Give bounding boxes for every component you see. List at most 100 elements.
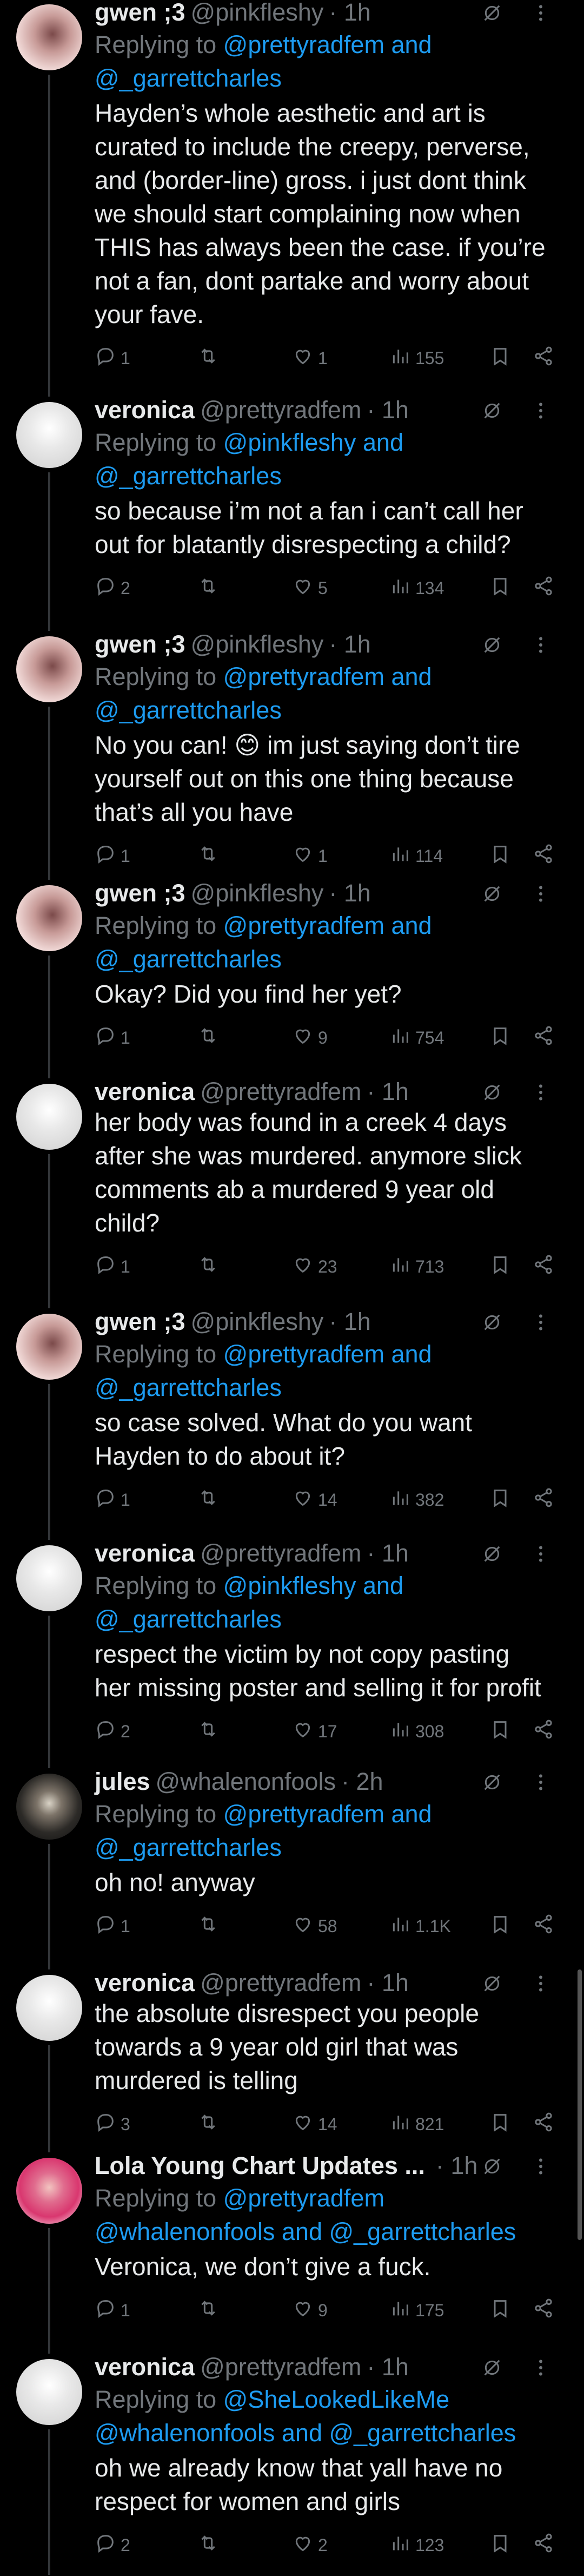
views-button[interactable]: 175 [389,2297,444,2323]
retweet-button[interactable] [197,2111,223,2137]
replying-to-mentions-cont[interactable]: @_garrettcharles [95,1834,282,1861]
author-handle[interactable]: @pinkfleshy [191,0,324,27]
avatar[interactable] [16,885,82,951]
reply-tweet[interactable]: veronica @prettyradfem · 1h Replying to @pi… [0,396,584,632]
author-handle[interactable]: @pinkfleshy [191,879,324,907]
share-button[interactable] [533,1025,559,1051]
author-name[interactable]: gwen ;3 [95,630,185,658]
retweet-button[interactable] [197,2532,223,2558]
replying-to-mentions[interactable]: @prettyradfem and [223,31,432,58]
reply-tweet[interactable]: veronica @prettyradfem · 1h the absolute di… [0,1969,584,2153]
replying-to-mentions[interactable]: @prettyradfem and [223,912,432,939]
reply-tweet[interactable]: veronica @prettyradfem · 1h Replying to @pi… [0,1539,584,1769]
views-button[interactable]: 821 [389,2111,444,2137]
share-button[interactable] [533,1913,559,1939]
more-options-icon[interactable] [530,1771,552,1793]
author-handle[interactable]: @whalenonfools [156,1768,336,1796]
views-button[interactable]: 114 [389,843,443,869]
retweet-button[interactable] [197,345,223,371]
retweet-button[interactable] [197,1254,223,1280]
avatar[interactable] [16,4,82,70]
avatar[interactable] [16,1975,82,2041]
more-options-icon[interactable] [530,1973,552,1994]
reply-tweet[interactable]: Lola Young Chart Updates ... · 1h Replying… [0,2152,584,2355]
replying-to-mentions[interactable]: @prettyradfem and [223,1800,432,1828]
author-name[interactable]: veronica [95,1539,195,1567]
grok-icon[interactable] [481,1082,503,1103]
reply-button[interactable]: 2 [95,1718,130,1744]
scrollbar[interactable] [578,1969,582,2240]
reply-button[interactable]: 1 [95,843,130,869]
author-handle[interactable]: @prettyradfem [200,1969,361,1997]
retweet-button[interactable] [197,1487,223,1513]
replying-to-mentions-cont[interactable]: @_garrettcharles [95,1605,282,1633]
reply-tweet[interactable]: veronica @prettyradfem · 1h her body was fo… [0,1078,584,1309]
retweet-button[interactable] [197,1025,223,1051]
reply-tweet[interactable]: veronica @prettyradfem · 1h Replying to @Sh… [0,2353,584,2576]
reply-tweet[interactable]: jules @whalenonfools · 2h Replying to @pret… [0,1768,584,1971]
reply-button[interactable]: 1 [95,2297,130,2323]
more-options-icon[interactable] [530,1312,552,1333]
replying-to-mentions[interactable]: @pinkfleshy and [223,429,403,456]
views-button[interactable]: 308 [389,1718,444,1744]
reply-tweet[interactable]: gwen ;3 @pinkfleshy · 1h Replying to @prett… [0,879,584,1079]
author-handle[interactable]: @pinkfleshy [191,1308,324,1336]
views-button[interactable]: 713 [389,1254,444,1280]
grok-icon[interactable] [481,1771,503,1793]
share-button[interactable] [533,843,559,869]
share-button[interactable] [533,2111,559,2137]
views-button[interactable]: 155 [389,345,444,371]
author-name[interactable]: gwen ;3 [95,1308,185,1336]
like-button[interactable]: 58 [292,1913,337,1939]
grok-icon[interactable] [481,634,503,656]
timestamp[interactable]: · 1h [329,1308,371,1336]
like-button[interactable]: 2 [292,2532,328,2558]
author-name[interactable]: gwen ;3 [95,879,185,907]
replying-to-mentions[interactable]: @SheLookedLikeMe [223,2386,449,2413]
author-handle[interactable]: @prettyradfem [200,1539,361,1567]
replying-to-mentions-cont[interactable]: @whalenonfools and @_garrettcharles [95,2218,516,2245]
reply-button[interactable]: 1 [95,1254,130,1280]
author-handle[interactable]: @prettyradfem [200,1078,361,1106]
grok-icon[interactable] [481,1973,503,1994]
timestamp[interactable]: · 1h [367,1078,409,1106]
grok-icon[interactable] [481,1543,503,1565]
share-button[interactable] [533,2532,559,2558]
reply-button[interactable]: 3 [95,2111,130,2137]
timestamp[interactable]: · 2h [341,1768,383,1796]
reply-tweet[interactable]: gwen ;3 @pinkfleshy · 1h Replying to @prett… [0,0,584,398]
avatar[interactable] [16,1774,82,1840]
views-button[interactable]: 134 [389,575,444,601]
like-button[interactable]: 9 [292,1025,328,1051]
like-button[interactable]: 23 [292,1254,337,1280]
replying-to-mentions-cont[interactable]: @_garrettcharles [95,64,282,92]
timestamp[interactable]: · 1h [367,1539,409,1567]
more-options-icon[interactable] [530,2357,552,2379]
author-name[interactable]: veronica [95,1078,195,1106]
share-button[interactable] [533,345,559,371]
avatar[interactable] [16,2158,82,2224]
retweet-button[interactable] [197,575,223,601]
avatar[interactable] [16,636,82,702]
timestamp[interactable]: · 1h [367,396,409,424]
replying-to-mentions[interactable]: @prettyradfem and [223,663,432,690]
timestamp[interactable]: · 1h [367,1969,409,1997]
author-handle[interactable]: @pinkfleshy [191,630,324,658]
author-name[interactable]: veronica [95,1969,195,1997]
like-button[interactable]: 14 [292,2111,337,2137]
share-button[interactable] [533,1487,559,1513]
timestamp[interactable]: · 1h [329,630,371,658]
timestamp[interactable]: · 1h [436,2152,478,2180]
bookmark-button[interactable] [489,1913,515,1939]
timestamp[interactable]: · 1h [329,879,371,907]
like-button[interactable]: 1 [292,345,328,371]
author-name[interactable]: veronica [95,396,195,424]
reply-button[interactable]: 2 [95,2532,130,2558]
reply-button[interactable]: 1 [95,1487,130,1513]
share-button[interactable] [533,2297,559,2323]
timestamp[interactable]: · 1h [329,0,371,27]
retweet-button[interactable] [197,843,223,869]
avatar[interactable] [16,1084,82,1150]
grok-icon[interactable] [481,1312,503,1333]
views-button[interactable]: 382 [389,1487,444,1513]
